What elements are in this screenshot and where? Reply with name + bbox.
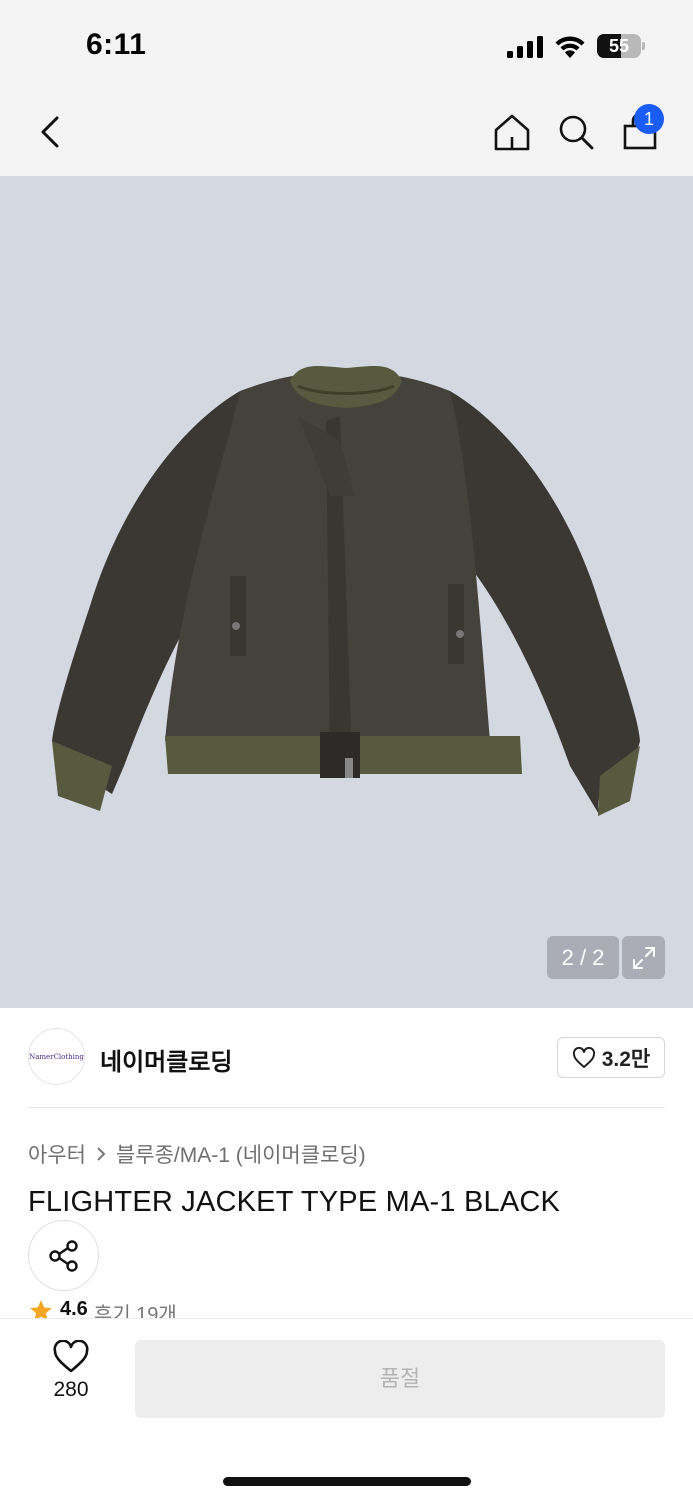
breadcrumb: 아우터 블루종/MA-1 (네이머클로딩): [28, 1139, 366, 1169]
status-bar: 6:11 55: [0, 0, 693, 88]
brand-logo[interactable]: NamerClothing: [28, 1028, 85, 1085]
search-icon: [559, 115, 594, 150]
heart-icon: [572, 1046, 595, 1068]
brand-row: NamerClothing 네이머클로딩 3.2만: [28, 1028, 665, 1086]
top-nav: [0, 88, 693, 176]
back-button[interactable]: [28, 88, 72, 176]
chevron-right-icon: [97, 1147, 106, 1161]
back-icon: [41, 116, 59, 148]
battery-icon: 55: [597, 34, 645, 58]
image-counter: 2 / 2: [547, 936, 619, 979]
wifi-icon: [555, 36, 585, 58]
home-indicator[interactable]: [223, 1477, 471, 1486]
signal-icon: [507, 36, 543, 58]
review-count: 후기 19개: [93, 1304, 177, 1318]
share-button[interactable]: [28, 1220, 99, 1291]
battery-level: 55: [608, 36, 630, 56]
expand-icon: [632, 946, 655, 969]
breadcrumb-category[interactable]: 아우터: [28, 1139, 86, 1169]
jacket-photo: [52, 365, 640, 816]
wish-button[interactable]: 280: [36, 1340, 106, 1420]
rating-row[interactable]: 4.6 후기 19개: [28, 1298, 177, 1318]
cart-badge: 1: [634, 104, 664, 134]
brand-like-button[interactable]: 3.2만: [557, 1037, 665, 1078]
home-button[interactable]: [490, 88, 534, 176]
sold-out-button[interactable]: 품절: [135, 1340, 665, 1418]
home-icon: [494, 114, 530, 151]
breadcrumb-subcategory[interactable]: 블루종/MA-1 (네이머클로딩): [116, 1139, 366, 1169]
search-button[interactable]: [554, 88, 598, 176]
rating-score: 4.6: [60, 1298, 88, 1318]
share-icon: [48, 1239, 78, 1272]
product-image[interactable]: [0, 176, 693, 1008]
wish-count: 280: [53, 1378, 89, 1401]
expand-button[interactable]: [622, 936, 665, 979]
brand-like-count: 3.2만: [601, 1047, 651, 1071]
brand-name[interactable]: 네이머클로딩: [100, 1042, 232, 1077]
divider: [28, 1107, 665, 1108]
star-icon: [30, 1300, 52, 1318]
heart-icon: [53, 1340, 89, 1373]
status-time: 6:11: [86, 28, 147, 61]
product-title: FLIGHTER JACKET TYPE MA-1 BLACK: [28, 1186, 561, 1218]
